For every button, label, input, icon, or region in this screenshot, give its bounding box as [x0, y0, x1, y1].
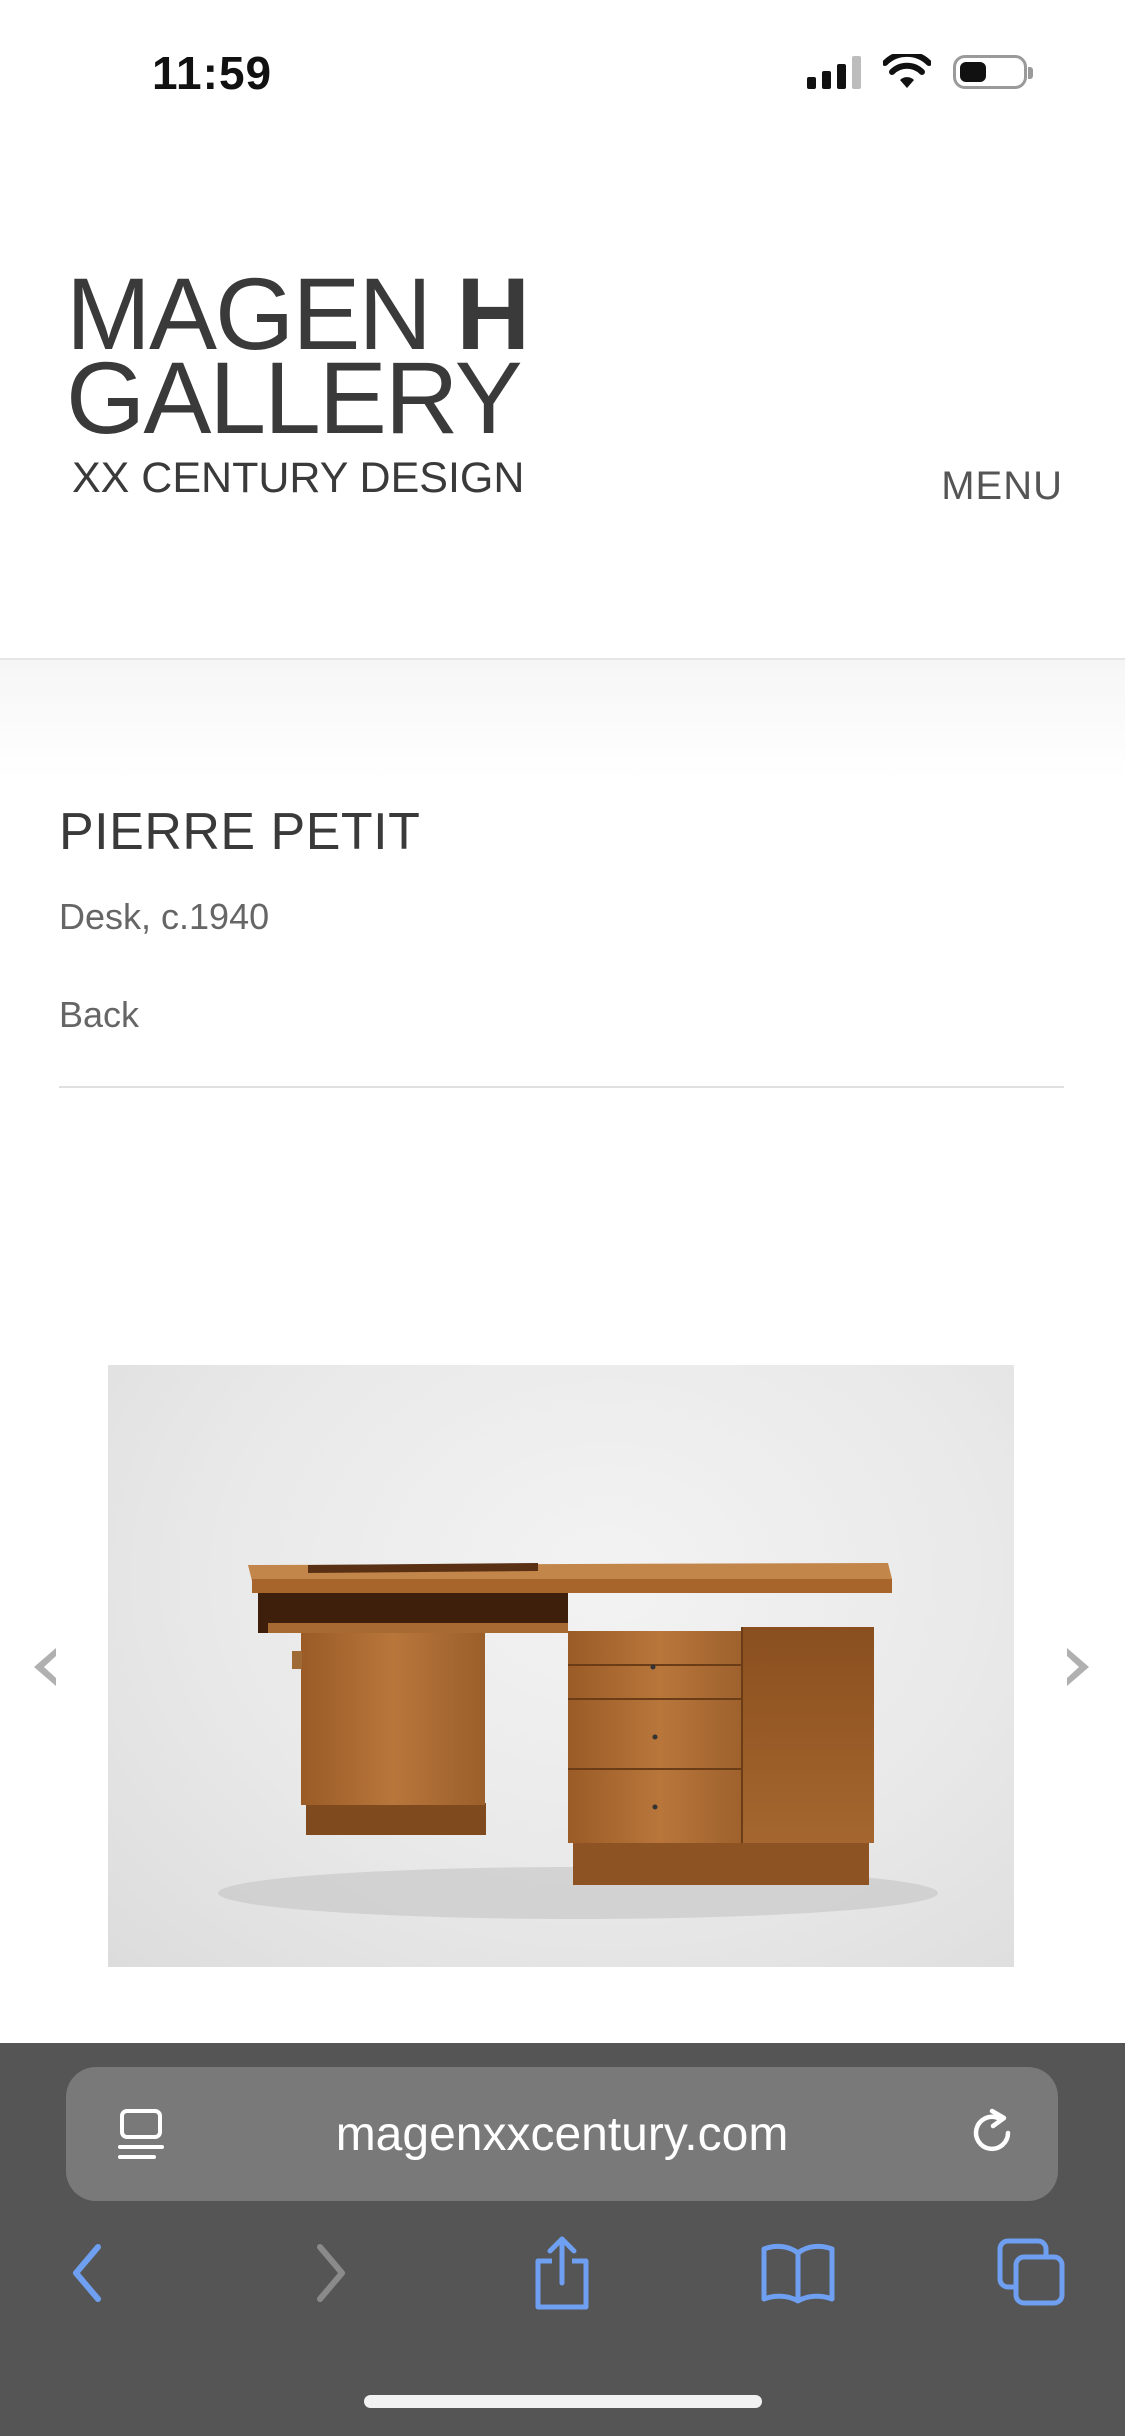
status-time: 11:59 — [152, 47, 273, 99]
address-bar[interactable]: magenxxcentury.com — [66, 2067, 1058, 2201]
bookmarks-icon — [761, 2243, 835, 2304]
site-header: MAGEN H GALLERY XX CENTURY DESIGN MENU — [0, 150, 1125, 660]
back-link[interactable]: Back — [59, 994, 139, 1036]
browser-chrome: magenxxcentury.com — [0, 2043, 1125, 2436]
reload-icon[interactable] — [964, 2105, 1020, 2161]
status-icons — [807, 54, 1033, 90]
bookmarks-button[interactable] — [758, 2233, 838, 2313]
piece-title: Desk, c.1940 — [59, 896, 270, 937]
share-icon — [535, 2236, 589, 2310]
desk-photo[interactable] — [108, 1365, 1014, 1967]
tabs-icon — [997, 2238, 1065, 2306]
home-indicator[interactable] — [364, 2395, 762, 2408]
header-shadow — [0, 660, 1125, 780]
share-button[interactable] — [522, 2233, 602, 2313]
status-bar: 11:59 — [0, 0, 1125, 150]
browser-toolbar — [0, 2233, 1125, 2329]
divider — [59, 1086, 1064, 1088]
gallery-next-button[interactable] — [1055, 1642, 1099, 1692]
forward-icon — [317, 2244, 345, 2302]
back-icon — [73, 2244, 101, 2302]
gallery-prev-button[interactable] — [24, 1642, 68, 1692]
url-text: magenxxcentury.com — [335, 2108, 789, 2161]
logo-tagline: XX CENTURY DESIGN — [72, 454, 525, 502]
logo-line-2: GALLERY — [66, 341, 523, 455]
chevron-left-icon — [34, 1648, 56, 1686]
cellular-signal-icon — [807, 55, 861, 89]
gallery-logo[interactable]: MAGEN H GALLERY XX CENTURY DESIGN — [66, 263, 530, 503]
tabs-button[interactable] — [992, 2233, 1072, 2313]
wifi-icon — [883, 54, 931, 88]
menu-button[interactable]: MENU — [941, 464, 1063, 509]
forward-button[interactable] — [290, 2233, 370, 2313]
chevron-right-icon — [1067, 1648, 1089, 1686]
artist-name: PIERRE PETIT — [59, 803, 421, 861]
back-button[interactable] — [48, 2233, 128, 2313]
battery-icon — [953, 55, 1033, 89]
